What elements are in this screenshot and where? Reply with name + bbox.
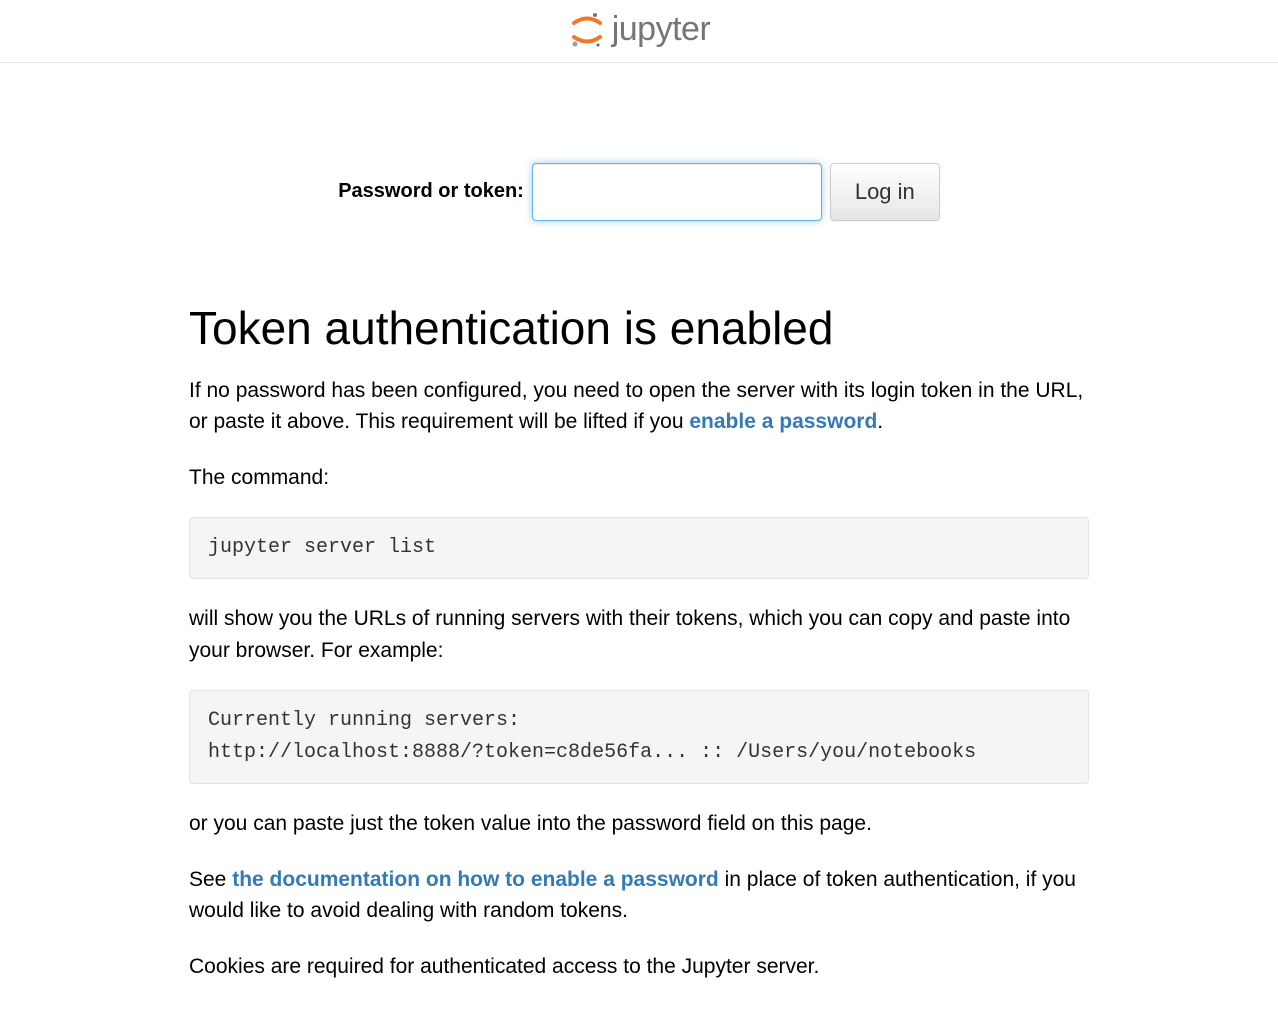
- documentation-paragraph: See the documentation on how to enable a…: [189, 864, 1089, 927]
- content-container: Token authentication is enabled If no pa…: [174, 301, 1104, 983]
- code-block-example: Currently running servers: http://localh…: [189, 690, 1089, 784]
- cookies-note: Cookies are required for authenticated a…: [189, 951, 1089, 983]
- login-button[interactable]: Log in: [830, 163, 940, 221]
- intro-text-a: If no password has been configured, you …: [189, 379, 1083, 434]
- documentation-link[interactable]: the documentation on how to enable a pas…: [232, 868, 719, 891]
- jupyter-logo: jupyter: [568, 10, 711, 49]
- doc-text-a: See: [189, 868, 232, 891]
- logo-text: jupyter: [612, 10, 711, 49]
- intro-text-b: .: [877, 410, 883, 433]
- code-block-command: jupyter server list: [189, 517, 1089, 579]
- login-form: Password or token: Log in: [338, 163, 940, 221]
- command-explanation: will show you the URLs of running server…: [189, 603, 1089, 666]
- page-title: Token authentication is enabled: [189, 301, 1089, 355]
- intro-paragraph: If no password has been configured, you …: [189, 375, 1089, 438]
- password-input[interactable]: [532, 163, 822, 221]
- token-paste-note: or you can paste just the token value in…: [189, 808, 1089, 840]
- enable-password-link[interactable]: enable a password: [689, 410, 877, 433]
- command-intro: The command:: [189, 462, 1089, 494]
- password-label: Password or token:: [338, 180, 524, 203]
- header: jupyter: [0, 0, 1278, 63]
- jupyter-icon: [568, 11, 606, 49]
- login-section: Password or token: Log in: [0, 163, 1278, 221]
